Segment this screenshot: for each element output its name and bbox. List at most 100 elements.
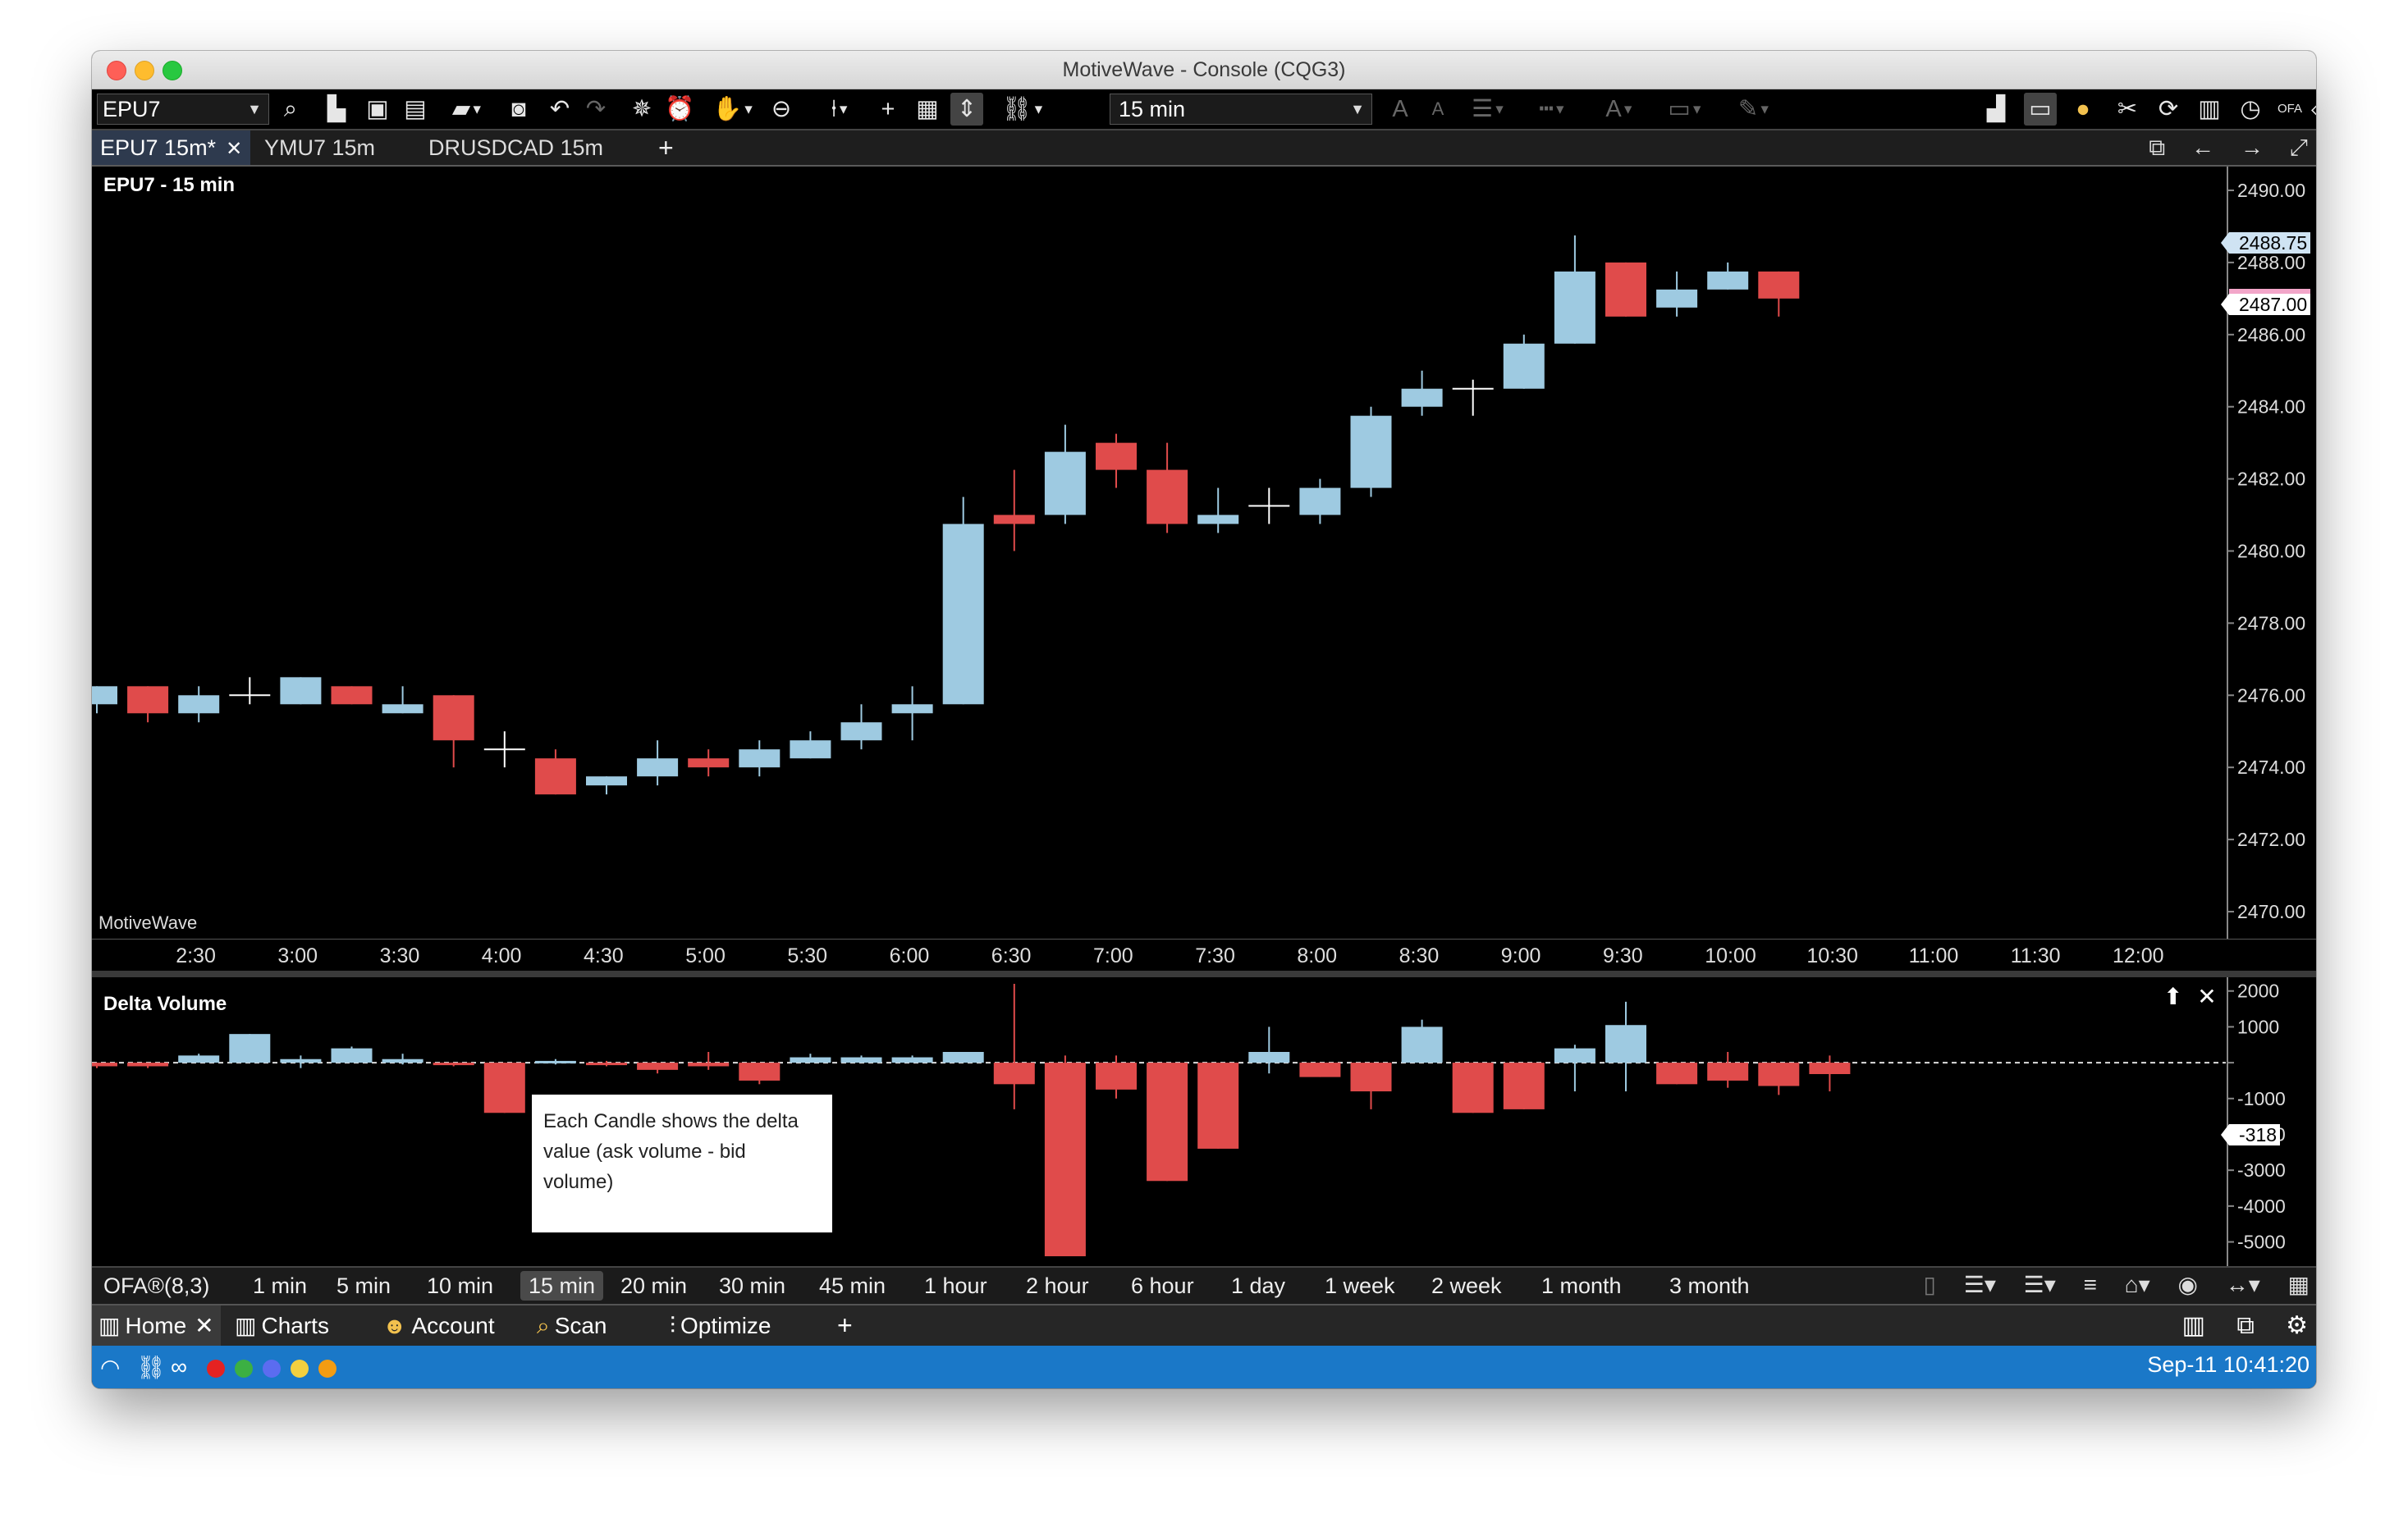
- toolbox-icon[interactable]: ▦: [911, 93, 944, 126]
- delta-axis[interactable]: 20001000-1000-2000-3000-4000-5000: [2226, 977, 2316, 1266]
- alarm-icon[interactable]: ⏰: [663, 93, 696, 126]
- list-icon[interactable]: ≡: [2084, 1272, 2097, 1297]
- tools-icon[interactable]: ✂: [2111, 93, 2144, 126]
- refresh-icon[interactable]: ⟳: [2152, 93, 2185, 126]
- time-axis[interactable]: 2:30 3:00 3:30 4:00 4:30 5:00 5:30 6:00 6:30 7:00…: [92, 939, 2316, 971]
- tab-drusdcad[interactable]: DRUSDCAD 15m: [420, 130, 611, 165]
- font-size-up-icon[interactable]: A: [1384, 93, 1417, 126]
- period-button[interactable]: 1 month: [1533, 1271, 1630, 1301]
- period-button[interactable]: 1 hour: [916, 1271, 996, 1301]
- nav-account[interactable]: ☻ Account: [376, 1305, 501, 1346]
- add-nav-button[interactable]: +: [831, 1305, 859, 1346]
- nav-home[interactable]: ▥ Home ✕: [92, 1305, 221, 1346]
- line-style-icon[interactable]: ┅▼: [1528, 93, 1577, 126]
- tab-ymu7[interactable]: YMU7 15m: [256, 130, 383, 165]
- close-icon[interactable]: ✕: [2197, 984, 2216, 1009]
- price-chart[interactable]: [92, 167, 2226, 939]
- camera-icon[interactable]: ◙: [502, 93, 535, 126]
- status-dot[interactable]: [318, 1360, 336, 1378]
- indicator-label[interactable]: OFA®(8,3): [95, 1271, 217, 1301]
- status-dot[interactable]: [207, 1360, 225, 1378]
- price-axis[interactable]: 2490.00 2488.00 2486.00 2484.00 2482.00 2480.…: [2226, 167, 2316, 939]
- chart-type-icon[interactable]: ▟: [1980, 93, 2012, 126]
- save-icon[interactable]: ▣: [361, 93, 394, 126]
- calendar-icon[interactable]: ▦: [2288, 1272, 2310, 1297]
- status-dot[interactable]: [263, 1360, 281, 1378]
- symbol-select[interactable]: EPU7 ▼: [97, 94, 269, 125]
- save-as-icon[interactable]: ▤: [399, 93, 432, 126]
- period-button[interactable]: 1 week: [1316, 1271, 1403, 1301]
- chart-settings-icon[interactable]: ⌂▾: [2125, 1272, 2150, 1297]
- display-icon[interactable]: ▭: [2024, 93, 2057, 126]
- magic-icon[interactable]: ✵: [625, 93, 658, 126]
- table-icon[interactable]: ▥: [2193, 93, 2226, 126]
- link-icon[interactable]: ∞: [171, 1354, 187, 1380]
- line-color-icon[interactable]: ✎▼: [1730, 93, 1779, 126]
- font-size-down-icon[interactable]: A: [1421, 93, 1454, 126]
- period-button[interactable]: 2 hour: [1018, 1271, 1097, 1301]
- delta-volume-chart[interactable]: [92, 977, 2226, 1266]
- period-button[interactable]: 15 min: [520, 1271, 604, 1301]
- trash-icon[interactable]: ▯: [1924, 1272, 1936, 1297]
- settings-icon[interactable]: ⚙: [2286, 1312, 2308, 1339]
- time-tick-label: 6:00: [889, 944, 930, 967]
- expand-icon[interactable]: ⤢: [2290, 135, 2308, 160]
- period-select[interactable]: 15 min ▼: [1110, 94, 1372, 125]
- close-icon[interactable]: ✕: [195, 1313, 213, 1338]
- line-width-icon[interactable]: ☰▼: [1464, 93, 1513, 126]
- align-right-icon[interactable]: ☰▾: [2024, 1272, 2056, 1297]
- nav-scan[interactable]: ⌕ Scan: [530, 1305, 614, 1346]
- ofa-icon[interactable]: OFA: [2273, 93, 2306, 126]
- period-button[interactable]: 10 min: [419, 1271, 501, 1301]
- align-left-icon[interactable]: ☰▾: [1964, 1272, 1996, 1297]
- period-button[interactable]: 20 min: [612, 1271, 695, 1301]
- period-button[interactable]: 3 month: [1661, 1271, 1758, 1301]
- search-icon[interactable]: ⌕: [274, 93, 307, 126]
- eye-icon[interactable]: ◉: [2177, 1272, 2197, 1297]
- period-button[interactable]: 5 min: [328, 1271, 399, 1301]
- palette-icon[interactable]: ●: [2067, 93, 2099, 126]
- status-dot[interactable]: [291, 1360, 309, 1378]
- open-icon[interactable]: ▰▼: [443, 93, 492, 126]
- bar-chart-icon: ▥: [235, 1313, 257, 1338]
- range-icon[interactable]: ↔▾: [2226, 1272, 2260, 1297]
- annotation-note[interactable]: Each Candle shows the delta value (ask v…: [532, 1095, 832, 1232]
- wifi-icon[interactable]: ◠: [100, 1354, 120, 1381]
- price-tick-label: 2486.00: [2237, 324, 2305, 345]
- auto-scale-icon[interactable]: ⇕: [950, 93, 983, 126]
- period-button[interactable]: 2 week: [1423, 1271, 1510, 1301]
- detach-icon[interactable]: ⧉: [2149, 135, 2165, 160]
- arrow-right-icon[interactable]: →: [2241, 135, 2264, 160]
- crosshair-icon[interactable]: +: [872, 93, 904, 126]
- arrow-up-icon[interactable]: ⬆: [2163, 984, 2182, 1009]
- fill-color-icon[interactable]: ▭▼: [1661, 93, 1710, 126]
- tag-icon[interactable]: ◇: [2311, 93, 2316, 126]
- status-dot[interactable]: [235, 1360, 253, 1378]
- documents-icon[interactable]: ⧉: [2236, 1312, 2254, 1339]
- period-button[interactable]: 6 hour: [1123, 1271, 1202, 1301]
- time-tick-label: 11:00: [1908, 944, 1959, 967]
- hand-icon[interactable]: ✋▼: [709, 93, 758, 126]
- nav-optimize[interactable]: ⫶ Optimize: [663, 1305, 777, 1346]
- layout-icon[interactable]: ▥: [2182, 1312, 2205, 1339]
- add-tab-button[interactable]: +: [658, 130, 674, 165]
- new-icon[interactable]: ▙: [320, 93, 353, 126]
- delta-candle: [993, 984, 1035, 1109]
- link-icon[interactable]: ⛓▼: [995, 93, 1052, 126]
- arrow-left-icon[interactable]: ←: [2191, 135, 2214, 160]
- zoom-icon[interactable]: ⊖: [765, 93, 798, 126]
- period-button[interactable]: 1 day: [1223, 1271, 1293, 1301]
- nav-charts[interactable]: ▥ Charts: [228, 1305, 336, 1346]
- period-button[interactable]: 1 min: [245, 1271, 315, 1301]
- text-color-icon[interactable]: A▼: [1595, 93, 1645, 126]
- tab-epu7[interactable]: EPU7 15m* ✕: [92, 130, 251, 165]
- candle-type-icon[interactable]: ⍿▼: [816, 93, 865, 126]
- pane-divider[interactable]: [92, 971, 2316, 977]
- close-icon[interactable]: ✕: [226, 138, 242, 160]
- period-button[interactable]: 30 min: [711, 1271, 794, 1301]
- redo-icon[interactable]: ↷: [579, 93, 612, 126]
- period-button[interactable]: 45 min: [811, 1271, 894, 1301]
- history-icon[interactable]: ◷: [2234, 93, 2267, 126]
- link-icon[interactable]: ⛓: [136, 1354, 166, 1381]
- undo-icon[interactable]: ↶: [543, 93, 576, 126]
